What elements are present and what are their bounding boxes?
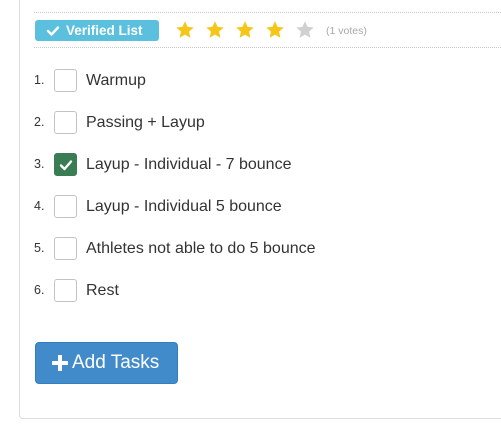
star-icon[interactable] xyxy=(234,19,256,41)
task-checkbox[interactable] xyxy=(54,237,77,260)
task-label: Passing + Layup xyxy=(86,114,205,131)
task-checkbox[interactable] xyxy=(54,69,77,92)
task-checkbox[interactable] xyxy=(54,195,77,218)
task-number: 3. xyxy=(34,157,45,171)
task-checkbox[interactable] xyxy=(54,111,77,134)
task-item: 6. Rest xyxy=(34,279,474,304)
plus-icon xyxy=(52,355,68,371)
add-tasks-button[interactable]: Add Tasks xyxy=(35,342,178,384)
task-item: 5. Athletes not able to do 5 bounce xyxy=(34,237,474,262)
task-label: Rest xyxy=(86,282,119,299)
task-item: 2. Passing + Layup xyxy=(34,111,474,136)
task-checkbox[interactable] xyxy=(54,279,77,302)
verified-list-badge: Verified List xyxy=(35,20,159,41)
task-number: 4. xyxy=(34,199,45,213)
task-number: 1. xyxy=(34,73,45,87)
star-icon[interactable] xyxy=(264,19,286,41)
vote-count: (1 votes) xyxy=(326,25,367,37)
task-label: Warmup xyxy=(86,72,146,89)
task-checkbox-checked[interactable] xyxy=(54,153,77,176)
verified-list-label: Verified List xyxy=(66,23,143,38)
task-number: 6. xyxy=(34,283,45,297)
task-label: Layup - Individual - 7 bounce xyxy=(86,156,292,173)
task-item: 1. Warmup xyxy=(34,69,474,94)
check-icon xyxy=(59,160,73,171)
task-label: Athletes not able to do 5 bounce xyxy=(86,240,316,257)
task-number: 5. xyxy=(34,241,45,255)
add-tasks-label: Add Tasks xyxy=(72,352,160,373)
star-icon[interactable] xyxy=(174,19,196,41)
task-number: 2. xyxy=(34,115,45,129)
task-label: Layup - Individual 5 bounce xyxy=(86,198,282,215)
task-item: 4. Layup - Individual 5 bounce xyxy=(34,195,474,220)
list-header: Verified List (1 votes) xyxy=(34,12,501,48)
check-icon xyxy=(46,26,60,36)
task-item: 3. Layup - Individual - 7 bounce xyxy=(34,153,474,178)
star-icon[interactable] xyxy=(204,19,226,41)
star-empty-icon[interactable] xyxy=(294,19,316,41)
